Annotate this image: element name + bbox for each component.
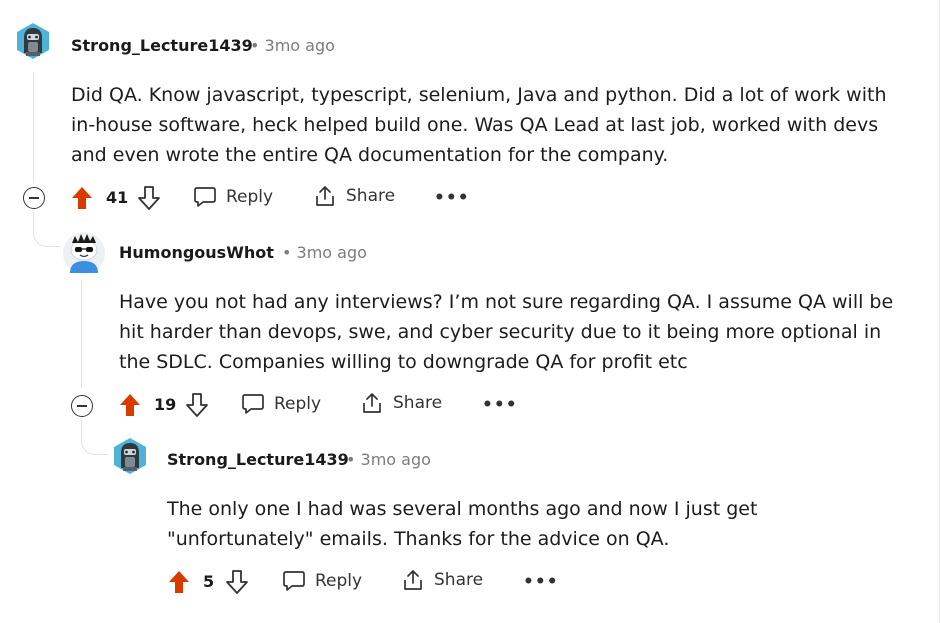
comment-body-line: Did QA. Know javascript, typescript, sel… xyxy=(71,84,887,106)
share-icon xyxy=(314,185,336,207)
vote-count: 19 xyxy=(154,395,177,414)
reply-button[interactable]: Reply xyxy=(242,393,321,415)
reply-label: Reply xyxy=(274,394,322,414)
comment-body: Did QA. Know javascript, typescript, sel… xyxy=(71,80,911,170)
share-button[interactable]: Share xyxy=(361,392,442,414)
username[interactable]: Strong_Lecture1439 xyxy=(167,450,349,469)
username[interactable]: Strong_Lecture1439 xyxy=(71,36,253,55)
downvote-icon[interactable] xyxy=(186,393,208,417)
collapse-thread-button[interactable] xyxy=(71,395,93,417)
snoo-sunglasses-avatar[interactable] xyxy=(62,231,106,275)
comment-body: The only one I had was several months ag… xyxy=(167,494,917,554)
downvote-icon[interactable] xyxy=(226,570,248,594)
share-button[interactable]: Share xyxy=(314,185,395,207)
comment-body-line: The only one I had was several months ag… xyxy=(167,498,758,520)
thread-line xyxy=(33,72,34,182)
timestamp: • 3mo ago xyxy=(346,450,431,469)
reply-button[interactable]: Reply xyxy=(194,186,273,208)
comment-body-line: "unfortunately" emails. Thanks for the a… xyxy=(167,528,670,550)
vote-count: 41 xyxy=(106,188,129,207)
more-options-button[interactable]: ••• xyxy=(482,395,518,415)
comment-body-line: and even wrote the entire QA documentati… xyxy=(71,144,669,166)
reply-icon xyxy=(242,393,264,415)
share-icon xyxy=(402,569,424,591)
robot-hood-avatar[interactable] xyxy=(110,436,150,476)
collapse-thread-button[interactable] xyxy=(23,187,45,209)
more-options-button[interactable]: ••• xyxy=(434,188,470,208)
share-icon xyxy=(361,392,383,414)
timestamp: • 3mo ago xyxy=(250,36,335,55)
upvote-icon[interactable] xyxy=(168,570,190,594)
vote-count: 5 xyxy=(203,572,215,591)
share-label: Share xyxy=(434,570,484,590)
reply-icon xyxy=(194,186,216,208)
comment-body-line: Have you not had any interviews? I’m not… xyxy=(119,291,894,313)
reply-icon xyxy=(283,570,305,592)
comment-body-line: the SDLC. Companies willing to downgrade… xyxy=(119,351,688,373)
thread-curve xyxy=(81,420,108,455)
reply-button[interactable]: Reply xyxy=(283,570,362,592)
reply-label: Reply xyxy=(315,571,363,591)
timestamp: • 3mo ago xyxy=(282,243,367,262)
more-options-button[interactable]: ••• xyxy=(523,572,559,592)
comment-body-line: hit harder than devops, swe, and cyber s… xyxy=(119,321,882,343)
reply-label: Reply xyxy=(226,187,274,207)
username[interactable]: HumongousWhot xyxy=(119,243,274,262)
comment-body: Have you not had any interviews? I’m not… xyxy=(119,287,919,377)
share-label: Share xyxy=(393,393,443,413)
upvote-icon[interactable] xyxy=(119,393,141,417)
robot-hood-avatar[interactable] xyxy=(13,21,53,61)
downvote-icon[interactable] xyxy=(138,186,160,210)
upvote-icon[interactable] xyxy=(71,186,93,210)
thread-curve xyxy=(33,212,60,247)
thread-line xyxy=(81,280,82,388)
share-label: Share xyxy=(346,186,396,206)
share-button[interactable]: Share xyxy=(402,569,483,591)
comment-body-line: in-house software, heck helped build one… xyxy=(71,114,879,136)
